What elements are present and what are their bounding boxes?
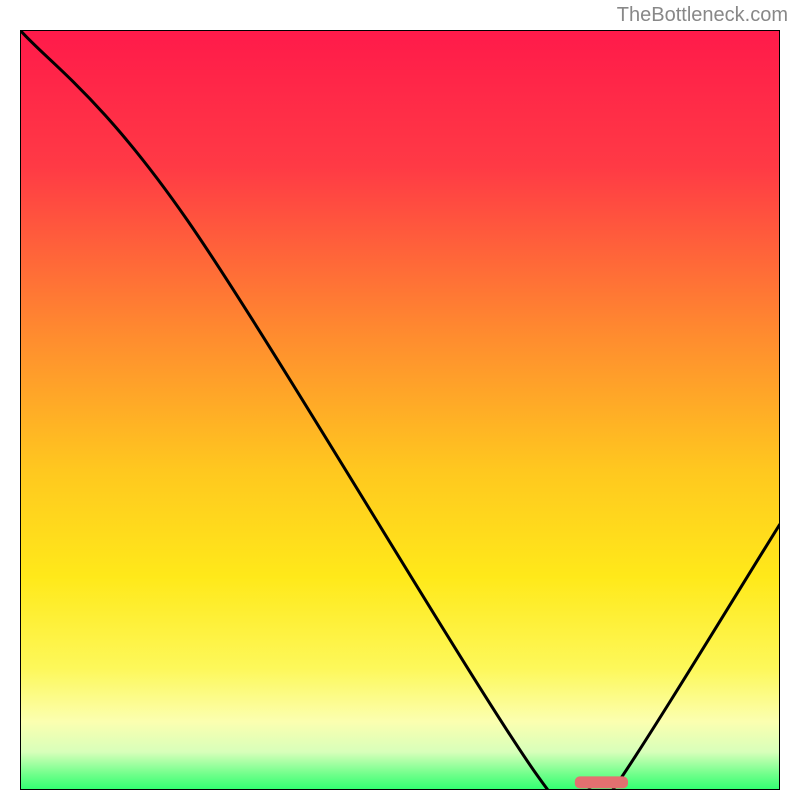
chart-plot-area xyxy=(20,30,780,790)
chart-background xyxy=(20,30,780,790)
chart-marker xyxy=(575,776,628,788)
chart-svg xyxy=(20,30,780,790)
watermark-text: TheBottleneck.com xyxy=(617,4,788,27)
